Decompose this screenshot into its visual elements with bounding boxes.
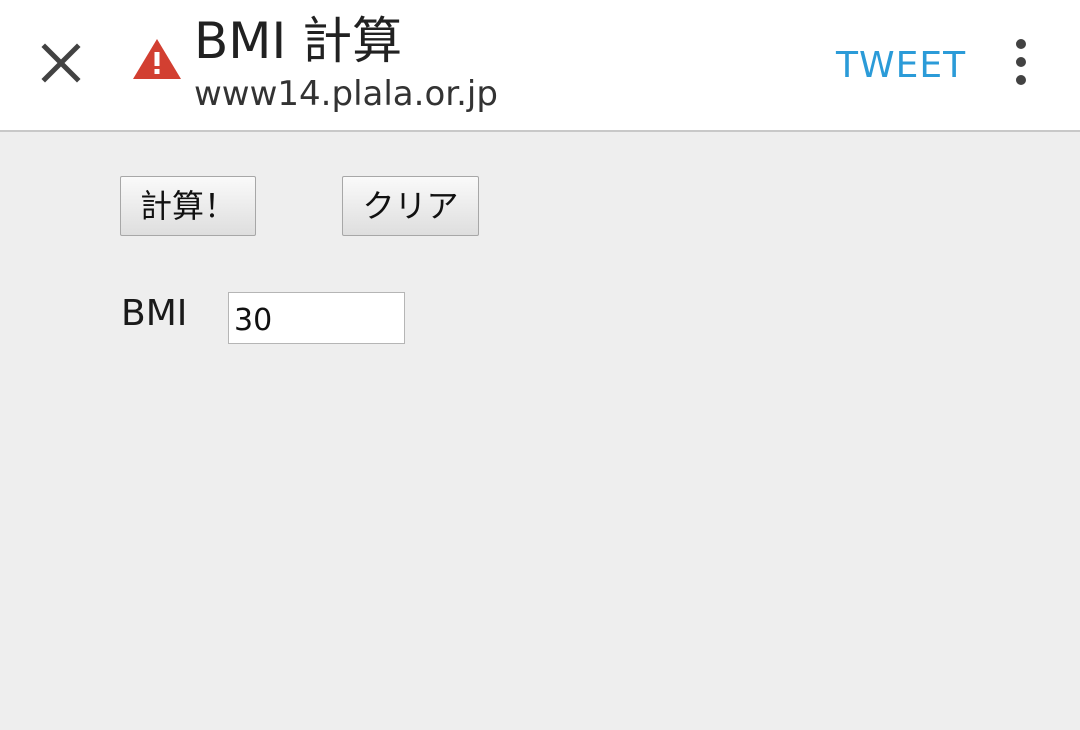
bmi-label: BMI (121, 293, 188, 334)
page-title: BMI 計算 (194, 12, 403, 70)
calculate-button[interactable]: 計算！ (120, 176, 256, 236)
clear-button[interactable]: クリア (342, 176, 479, 236)
more-vert-icon[interactable] (1006, 38, 1036, 86)
close-icon[interactable] (36, 38, 86, 88)
toolbar: BMI 計算 www14.plala.or.jp TWEET (0, 0, 1080, 132)
bmi-result-field[interactable] (228, 292, 405, 344)
tweet-button[interactable]: TWEET (836, 44, 966, 88)
page-url: www14.plala.or.jp (194, 74, 498, 114)
warning-icon (132, 38, 182, 80)
page-content: 計算！ クリア BMI (0, 132, 1080, 730)
